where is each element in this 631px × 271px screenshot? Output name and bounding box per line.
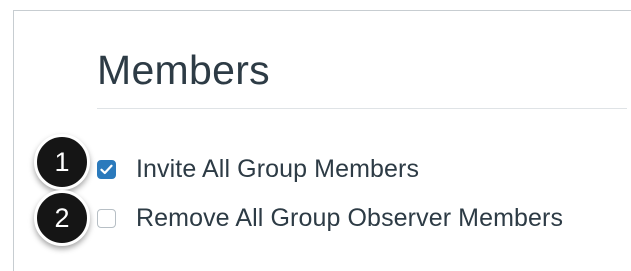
- invite-all-members-checkbox[interactable]: [97, 159, 116, 179]
- remove-observer-members-checkbox[interactable]: [97, 208, 116, 228]
- screenshot-stage: Members Invite All Group Members Remove …: [0, 0, 631, 271]
- callout-badge-1: 1: [34, 134, 90, 190]
- title-divider: [97, 108, 627, 109]
- invite-all-members-option[interactable]: Invite All Group Members: [97, 154, 419, 184]
- invite-all-members-label: Invite All Group Members: [136, 154, 420, 183]
- callout-badge-2: 2: [34, 190, 90, 246]
- section-title: Members: [97, 47, 270, 93]
- checkmark-icon: [100, 164, 113, 174]
- remove-observer-members-label: Remove All Group Observer Members: [136, 203, 564, 232]
- remove-observer-members-option[interactable]: Remove All Group Observer Members: [97, 203, 563, 233]
